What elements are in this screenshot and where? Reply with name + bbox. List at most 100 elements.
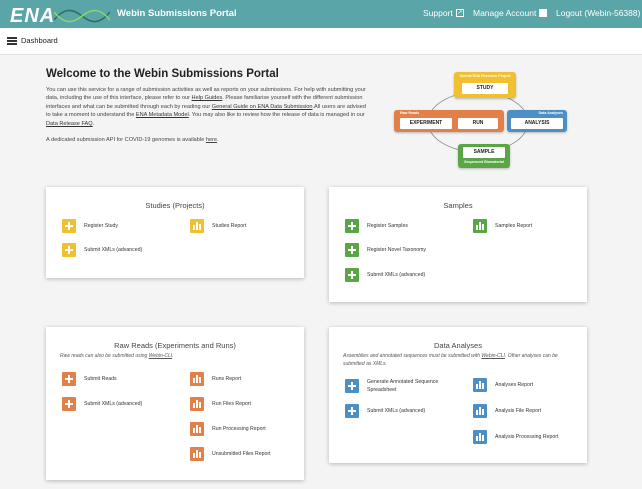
unsubmitted-files-report-action[interactable]: Unsubmitted Files Report [190, 447, 271, 461]
studies-card-title: Studies (Projects) [145, 201, 205, 210]
covid-text: A dedicated submission API for COVID-19 … [46, 137, 219, 143]
samples-report-label: Samples Report [495, 223, 533, 229]
studies-submit-xml-action[interactable]: Submit XMLs (advanced) [62, 243, 142, 257]
metadata-model-link[interactable]: ENA Metadata Model [136, 112, 189, 118]
external-link-icon: ↗ [455, 9, 464, 17]
logo-text: ENA [10, 5, 56, 27]
study-box-title: STUDY [462, 83, 508, 94]
run-files-report-label: Run Files Report [212, 401, 251, 407]
raw-reads-box: Raw Reads EXPERIMENT RUN [394, 110, 504, 132]
analyses-submit-xml-label: Submit XMLs (advanced) [367, 408, 426, 414]
register-samples-label: Register Samples [367, 223, 408, 229]
analysis-file-report-label: Analysis File Report [495, 408, 542, 414]
bar-chart-icon [473, 219, 487, 233]
dna-helix-icon [54, 9, 110, 23]
data-analyses-card-title: Data Analyses [434, 341, 482, 350]
runs-report-label: Runs Report [212, 376, 242, 382]
samples-report-action[interactable]: Samples Report [473, 219, 532, 233]
analysis-box-label: Data Analyses [538, 111, 563, 115]
studies-report-label: Studies Report [212, 223, 247, 229]
covid-label: A dedicated submission API for COVID-19 … [46, 137, 206, 143]
sample-box-title: SAMPLE [463, 147, 505, 158]
add-icon [345, 243, 359, 257]
manage-account-link[interactable]: Manage Account [473, 8, 548, 18]
data-analyses-card: Data Analyses Assemblies and annotated s… [329, 327, 587, 463]
add-icon [62, 397, 76, 411]
account-icon [539, 9, 548, 17]
bar-chart-icon [190, 372, 204, 386]
experiment-box-title: EXPERIMENT [400, 118, 452, 129]
support-label: Support [423, 8, 453, 18]
analysis-box-title: ANALYSIS [511, 118, 563, 129]
bar-chart-icon [473, 430, 487, 444]
samples-submit-xml-label: Submit XMLs (advanced) [367, 272, 426, 278]
data-analyses-subtitle: Assemblies and annotated sequences must … [343, 353, 575, 368]
intro-part-5: . [92, 120, 95, 127]
raw-reads-subtitle: Raw reads can also be submitted using We… [60, 353, 174, 359]
submit-reads-label: Submit Reads [84, 376, 117, 382]
sub-bar: Dashboard [0, 28, 642, 55]
study-box: Overall ENA Research Project STUDY [454, 72, 516, 98]
logout-label: Logout (Webin-56388) [556, 8, 641, 18]
dashboard-link[interactable]: Dashboard [21, 36, 58, 45]
analyses-submit-xml-action[interactable]: Submit XMLs (advanced) [345, 404, 425, 418]
analysis-processing-report-label: Analysis Processing Report [495, 434, 559, 440]
analyses-report-label: Analyses Report [495, 382, 534, 388]
support-link[interactable]: Support ↗ [423, 8, 464, 18]
analysis-box: Data Analyses ANALYSIS [507, 110, 567, 132]
add-icon [345, 379, 359, 393]
generate-spreadsheet-action[interactable]: Generate Annotated Sequence Spreadsheet [345, 378, 447, 394]
generate-spreadsheet-label: Generate Annotated Sequence Spreadsheet [367, 379, 439, 393]
intro-text: You can use this service for a range of … [46, 86, 366, 128]
register-study-action[interactable]: Register Study [62, 219, 118, 233]
bar-chart-icon [473, 378, 487, 392]
runs-report-action[interactable]: Runs Report [190, 372, 241, 386]
bar-chart-icon [190, 219, 204, 233]
general-guide-link[interactable]: General Guide on ENA Data Submission [212, 104, 313, 110]
metadata-model-diagram: Overall ENA Research Project STUDY Raw R… [390, 70, 570, 170]
register-taxonomy-label: Register Novel Taxonomy [367, 247, 427, 253]
top-bar: ENA Webin Submissions Portal Support ↗ M… [0, 0, 642, 28]
hamburger-menu-icon[interactable] [7, 37, 17, 45]
help-guides-link[interactable]: Help Guides [192, 95, 223, 101]
data-release-faq-link[interactable]: Data Release FAQ [46, 121, 93, 127]
analysis-processing-report-action[interactable]: Analysis Processing Report [473, 430, 558, 444]
add-icon [62, 243, 76, 257]
bar-chart-icon [190, 422, 204, 436]
unsubmitted-files-report-label: Unsubmitted Files Report [212, 451, 271, 457]
samples-card: Samples Register Samples Register Novel … [329, 187, 587, 302]
raw-reads-card-title: Raw Reads (Experiments and Runs) [114, 341, 236, 350]
add-icon [345, 268, 359, 282]
intro-part-4: . You may also like to review how the re… [188, 112, 365, 119]
submit-reads-action[interactable]: Submit Reads [62, 372, 117, 386]
studies-report-action[interactable]: Studies Report [190, 219, 246, 233]
register-samples-action[interactable]: Register Samples [345, 219, 408, 233]
raw-reads-subtitle-end: . [172, 353, 174, 359]
analyses-report-action[interactable]: Analyses Report [473, 378, 533, 392]
reads-submit-xml-action[interactable]: Submit XMLs (advanced) [62, 397, 142, 411]
sample-box: SAMPLE Sequenced Biomaterial [458, 144, 510, 168]
run-box-title: RUN [458, 118, 498, 129]
raw-reads-subtitle-text: Raw reads can also be submitted using [60, 353, 149, 359]
portal-title: Webin Submissions Portal [117, 8, 237, 19]
run-files-report-action[interactable]: Run Files Report [190, 397, 251, 411]
bar-chart-icon [190, 447, 204, 461]
webin-cli-link[interactable]: Webin-CLI [481, 353, 505, 359]
reads-submit-xml-label: Submit XMLs (advanced) [84, 401, 143, 407]
samples-submit-xml-action[interactable]: Submit XMLs (advanced) [345, 268, 425, 282]
ena-logo[interactable]: ENA [4, 2, 110, 27]
logout-link[interactable]: Logout (Webin-56388) [556, 8, 640, 18]
bar-chart-icon [190, 397, 204, 411]
analysis-file-report-action[interactable]: Analysis File Report [473, 404, 541, 418]
run-processing-report-label: Run Processing Report [212, 426, 266, 432]
webin-cli-link[interactable]: Webin-CLI [149, 353, 173, 359]
raw-reads-box-label: Raw Reads [400, 111, 420, 115]
welcome-title: Welcome to the Webin Submissions Portal [46, 68, 279, 80]
add-icon [345, 404, 359, 418]
run-processing-report-action[interactable]: Run Processing Report [190, 422, 266, 436]
register-study-label: Register Study [84, 223, 119, 229]
register-taxonomy-action[interactable]: Register Novel Taxonomy [345, 243, 426, 257]
data-analyses-subtitle-text: Assemblies and annotated sequences must … [343, 353, 482, 359]
covid-here-link[interactable]: here [206, 137, 217, 143]
add-icon [345, 219, 359, 233]
